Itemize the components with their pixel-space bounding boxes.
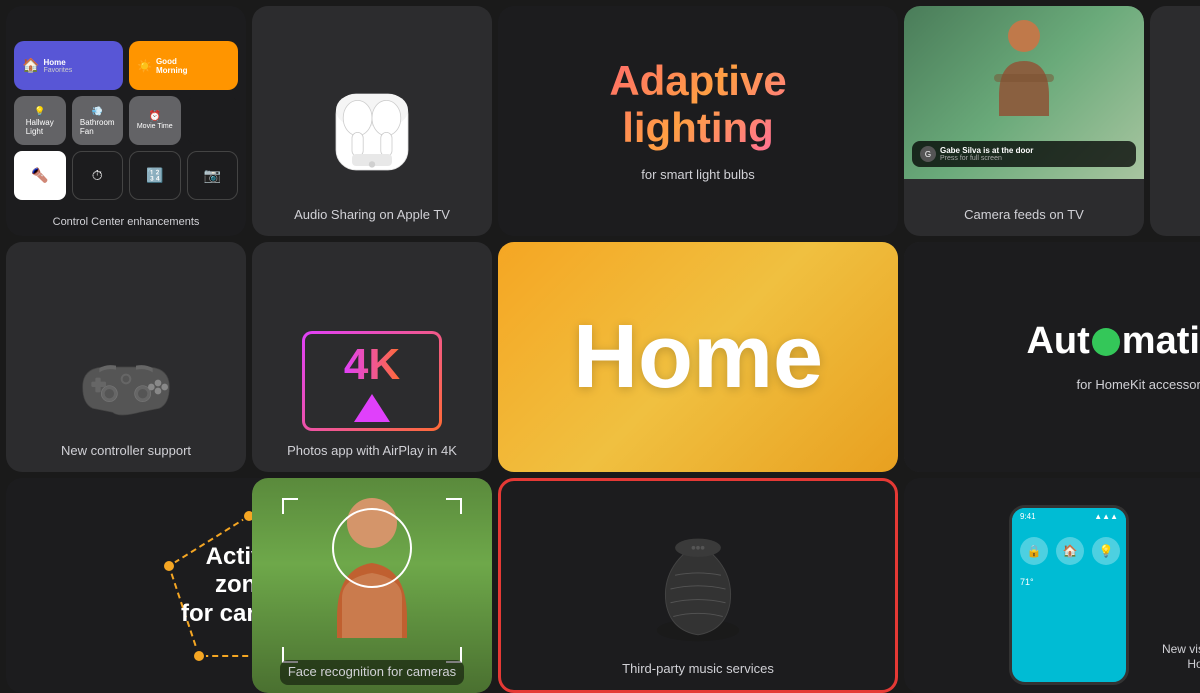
phone-temp: 71°: [1012, 573, 1126, 591]
home-title: Home: [573, 306, 823, 409]
tile-automations: Aut mations for HomeKit accessories: [904, 242, 1200, 472]
music-services-label: Third-party music services: [622, 661, 774, 678]
tile-face-recognition: Face recognition for cameras: [252, 478, 492, 693]
phone-time: 9:41: [1020, 512, 1036, 521]
face-detection-frame: [332, 508, 412, 588]
tile-home: Home: [498, 242, 898, 472]
airpods-icon: [292, 65, 452, 195]
controller-icon: [66, 347, 186, 427]
camera-feeds-label: Camera feeds on TV: [964, 207, 1084, 224]
phone-mockup: 9:41 ▲▲▲ 🔒 🏠 💡 71°: [1009, 505, 1129, 685]
phone-status-bar: 9:41 ▲▲▲: [1012, 508, 1126, 525]
homepod-icon: [643, 529, 753, 649]
adaptive-lighting-subtitle: for smart light bulbs: [641, 167, 754, 184]
camera-notification: G Gabe Silva is at the door Press for fu…: [912, 141, 1136, 167]
face-recognition-label: Face recognition for cameras: [280, 660, 464, 685]
display-4k-icon: 4K: [302, 331, 442, 431]
photos-4k-label: Photos app with AirPlay in 4K: [287, 443, 457, 460]
home-app-label: New visual status in Home app: [1145, 642, 1200, 673]
control-center-label: Control Center enhancements: [45, 208, 208, 236]
tile-adaptive-lighting: Adaptive lighting for smart light bulbs: [498, 6, 898, 236]
tile-pip: ↙ Picture in Picture: [1150, 6, 1200, 236]
4k-badge: 4K: [344, 340, 400, 390]
tile-controller: New controller support: [6, 242, 246, 472]
home-icon-2: 🏠: [1056, 537, 1084, 565]
tile-control-center: 🏠 Home Favorites ☀️ GoodMorning 💡 Hallwa…: [6, 6, 246, 236]
airpods-label: Audio Sharing on Apple TV: [294, 207, 450, 224]
automations-title: Aut mations: [1026, 320, 1200, 363]
home-icon-3: 💡: [1092, 537, 1120, 565]
corner-tr: [446, 498, 462, 514]
home-icon-1: 🔒: [1020, 537, 1048, 565]
controller-label: New controller support: [61, 443, 191, 460]
person-silhouette-icon: [989, 16, 1059, 116]
corner-tl: [282, 498, 298, 514]
automations-text-end: mations: [1122, 320, 1200, 363]
tile-4k: 4K Photos app with AirPlay in 4K: [252, 242, 492, 472]
tile-third-party-music: Third-party music services: [498, 478, 898, 693]
tile-camera-feeds: G Gabe Silva is at the door Press for fu…: [904, 6, 1144, 236]
phone-icons: ▲▲▲: [1094, 512, 1118, 521]
tile-airpods: Audio Sharing on Apple TV: [252, 6, 492, 236]
automations-text-start: Aut: [1026, 320, 1089, 363]
adaptive-lighting-title: Adaptive lighting: [609, 58, 786, 150]
triangle-icon: [354, 394, 390, 422]
automation-dot-icon: [1092, 328, 1120, 356]
tile-home-app-status: 9:41 ▲▲▲ 🔒 🏠 💡 71° New visual status in …: [904, 478, 1200, 693]
automations-subtitle: for HomeKit accessories: [1077, 377, 1200, 394]
